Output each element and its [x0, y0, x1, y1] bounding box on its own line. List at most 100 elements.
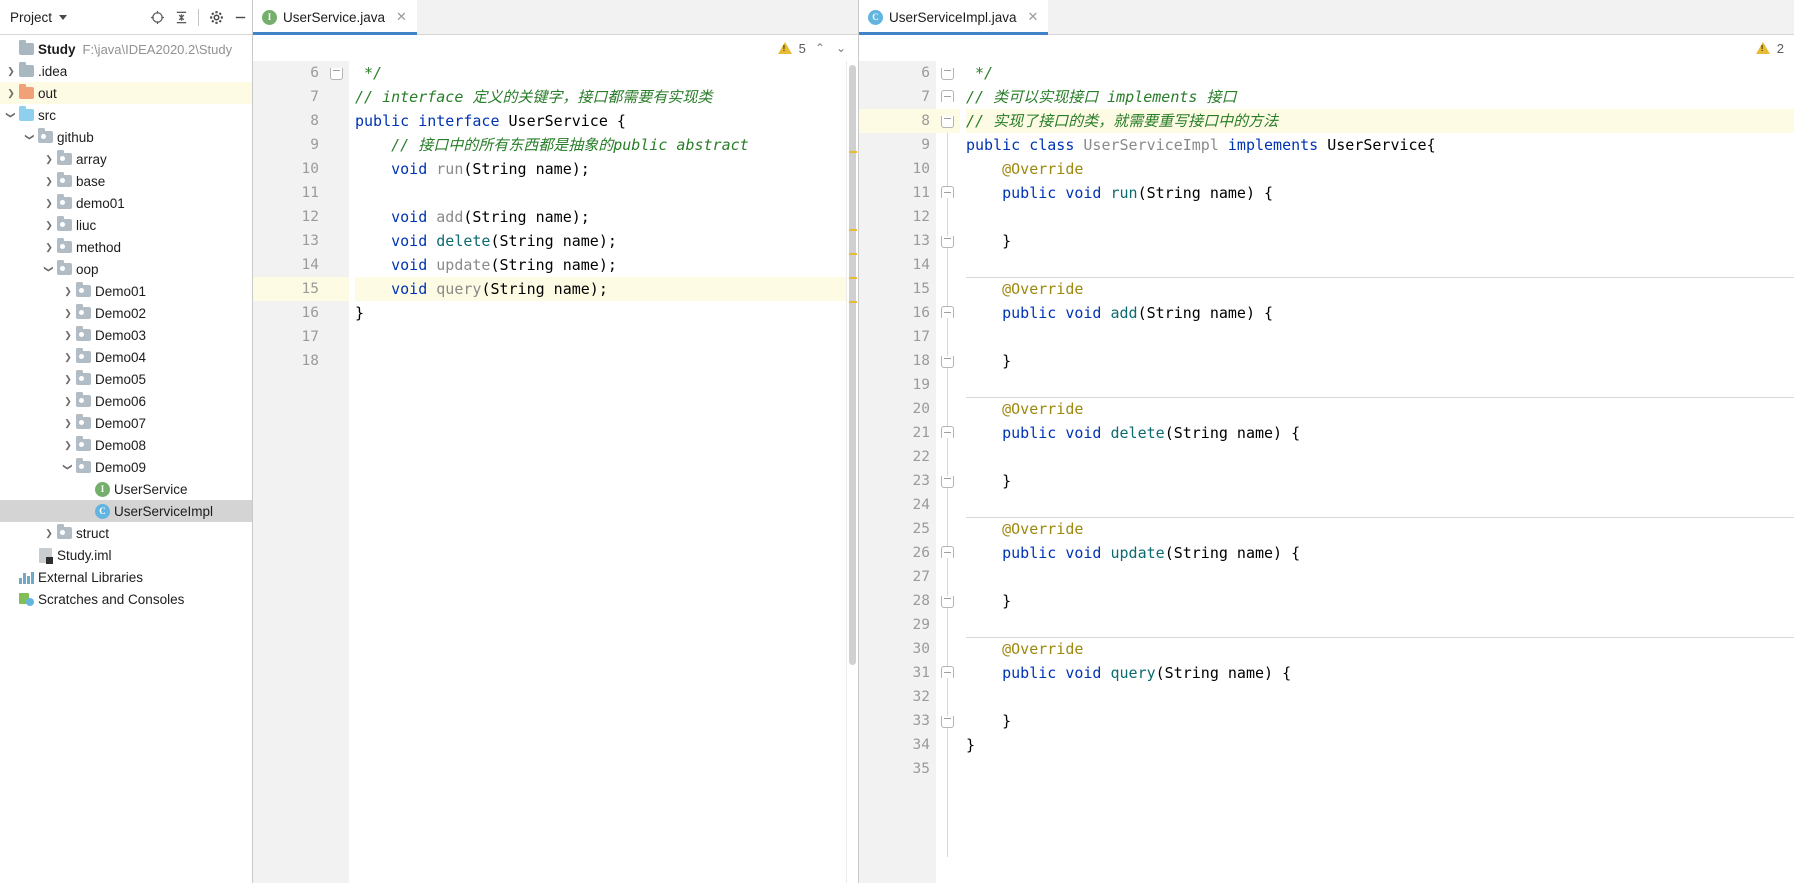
tree-item-demo07[interactable]: ❯Demo07	[0, 412, 252, 434]
fold-column-right[interactable]	[936, 61, 960, 883]
code-line[interactable]	[966, 373, 1794, 397]
line-number[interactable]: 6	[859, 61, 936, 85]
fold-cell[interactable]	[936, 349, 960, 373]
line-number[interactable]: 16	[253, 301, 325, 325]
code-line[interactable]: void run(String name);	[355, 157, 846, 181]
fold-start-icon[interactable]	[941, 666, 954, 678]
tree-item-out[interactable]: ❯out	[0, 82, 252, 104]
line-number[interactable]: 17	[253, 325, 325, 349]
fold-cell[interactable]	[325, 61, 349, 85]
code-line[interactable]: public void add(String name) {	[966, 301, 1794, 325]
code-line[interactable]	[966, 685, 1794, 709]
warning-marker[interactable]	[849, 301, 857, 303]
line-number[interactable]: 12	[859, 205, 936, 229]
tree-item-src[interactable]: ❯src	[0, 104, 252, 126]
fold-start-icon[interactable]	[941, 306, 954, 318]
collapse-all-icon[interactable]	[169, 5, 193, 29]
line-number[interactable]: 33	[859, 709, 936, 733]
fold-start-icon[interactable]	[941, 426, 954, 438]
code-line[interactable]: }	[966, 349, 1794, 373]
chevron-right-icon[interactable]: ❯	[61, 346, 75, 368]
line-number[interactable]: 15	[859, 277, 936, 301]
chevron-right-icon[interactable]: ❯	[61, 390, 75, 412]
code-line[interactable]: void query(String name);	[355, 277, 846, 301]
fold-start-icon[interactable]	[941, 546, 954, 558]
tree-item-study[interactable]: StudyF:\java\IDEA2020.2\Study	[0, 38, 252, 60]
marker-strip-left[interactable]	[846, 61, 858, 883]
prev-problem-icon[interactable]: ⌃	[813, 41, 827, 55]
code-line[interactable]	[966, 325, 1794, 349]
code-line[interactable]: @Override	[966, 517, 1794, 541]
fold-cell[interactable]	[936, 661, 960, 685]
line-number[interactable]: 10I↓	[253, 157, 325, 181]
line-number[interactable]: 11I↑	[859, 181, 936, 205]
code-line[interactable]: void delete(String name);	[355, 229, 846, 253]
code-line[interactable]: // interface 定义的关键字，接口都需要有实现类	[355, 85, 846, 109]
tree-item-liuc[interactable]: ❯liuc	[0, 214, 252, 236]
chevron-right-icon[interactable]: ❯	[61, 412, 75, 434]
code-line[interactable]: // 接口中的所有东西都是抽象的public abstract	[355, 133, 846, 157]
tree-item-scratches-and-consoles[interactable]: Scratches and Consoles	[0, 588, 252, 610]
chevron-right-icon[interactable]: ❯	[61, 434, 75, 456]
line-number[interactable]: 14I↓	[253, 253, 325, 277]
settings-gear-icon[interactable]	[204, 5, 228, 29]
fold-cell[interactable]	[936, 85, 960, 109]
code-line[interactable]: public interface UserService {	[355, 109, 846, 133]
close-icon[interactable]: ✕	[396, 9, 407, 25]
chevron-right-icon[interactable]: ❯	[42, 236, 56, 258]
code-line[interactable]: @Override	[966, 637, 1794, 661]
line-number[interactable]: 25	[859, 517, 936, 541]
tab-userserviceimpl-java[interactable]: C UserServiceImpl.java ✕	[859, 0, 1048, 34]
line-number[interactable]: 16I↑	[859, 301, 936, 325]
chevron-right-icon[interactable]: ❯	[61, 302, 75, 324]
code-line[interactable]: */	[355, 61, 846, 85]
warning-marker[interactable]	[849, 151, 857, 153]
code-line[interactable]	[966, 445, 1794, 469]
code-line[interactable]: @Override	[966, 397, 1794, 421]
line-number[interactable]: 7	[859, 85, 936, 109]
code-line[interactable]	[355, 181, 846, 205]
line-number[interactable]: 8	[859, 109, 936, 133]
code-line[interactable]: void update(String name);	[355, 253, 846, 277]
code-line[interactable]: */	[966, 61, 1794, 85]
line-number[interactable]: 28	[859, 589, 936, 613]
chevron-right-icon[interactable]: ❯	[4, 60, 18, 82]
chevron-down-icon[interactable]	[59, 15, 67, 20]
line-number[interactable]: 14	[859, 253, 936, 277]
chevron-right-icon[interactable]: ❯	[42, 148, 56, 170]
fold-cell[interactable]	[936, 61, 960, 85]
line-number[interactable]: 6	[253, 61, 325, 85]
code-line[interactable]: public void query(String name) {	[966, 661, 1794, 685]
project-panel-title[interactable]: Project	[10, 10, 52, 25]
next-problem-icon[interactable]: ⌄	[834, 41, 848, 55]
chevron-right-icon[interactable]: ❯	[61, 280, 75, 302]
line-number[interactable]: 18	[253, 349, 325, 373]
tree-item-demo09[interactable]: ❯Demo09	[0, 456, 252, 478]
line-number[interactable]: 17	[859, 325, 936, 349]
line-number[interactable]: 7	[253, 85, 325, 109]
code-line[interactable]: @Override	[966, 157, 1794, 181]
chevron-right-icon[interactable]: ❯	[61, 368, 75, 390]
tab-userservice-java[interactable]: I UserService.java ✕	[253, 0, 417, 34]
code-line[interactable]	[966, 613, 1794, 637]
fold-cell[interactable]	[936, 229, 960, 253]
line-number[interactable]: 20	[859, 397, 936, 421]
code-line[interactable]: }	[966, 709, 1794, 733]
code-line[interactable]	[966, 493, 1794, 517]
chevron-right-icon[interactable]: ❯	[42, 192, 56, 214]
tree-item-demo06[interactable]: ❯Demo06	[0, 390, 252, 412]
code-content-left[interactable]: */// interface 定义的关键字，接口都需要有实现类public in…	[349, 61, 846, 883]
tree-item-demo04[interactable]: ❯Demo04	[0, 346, 252, 368]
code-line[interactable]: public void delete(String name) {	[966, 421, 1794, 445]
fold-end-icon[interactable]	[941, 236, 954, 248]
line-number[interactable]: 13	[859, 229, 936, 253]
fold-start-icon[interactable]	[941, 186, 954, 198]
tree-item-github[interactable]: ❯github	[0, 126, 252, 148]
line-number[interactable]: 9	[253, 133, 325, 157]
code-line[interactable]	[966, 565, 1794, 589]
code-line[interactable]	[355, 349, 846, 373]
warning-marker[interactable]	[849, 277, 857, 279]
line-number[interactable]: 15I↓	[253, 277, 325, 301]
chevron-right-icon[interactable]: ❯	[4, 82, 18, 104]
line-number[interactable]: 23	[859, 469, 936, 493]
